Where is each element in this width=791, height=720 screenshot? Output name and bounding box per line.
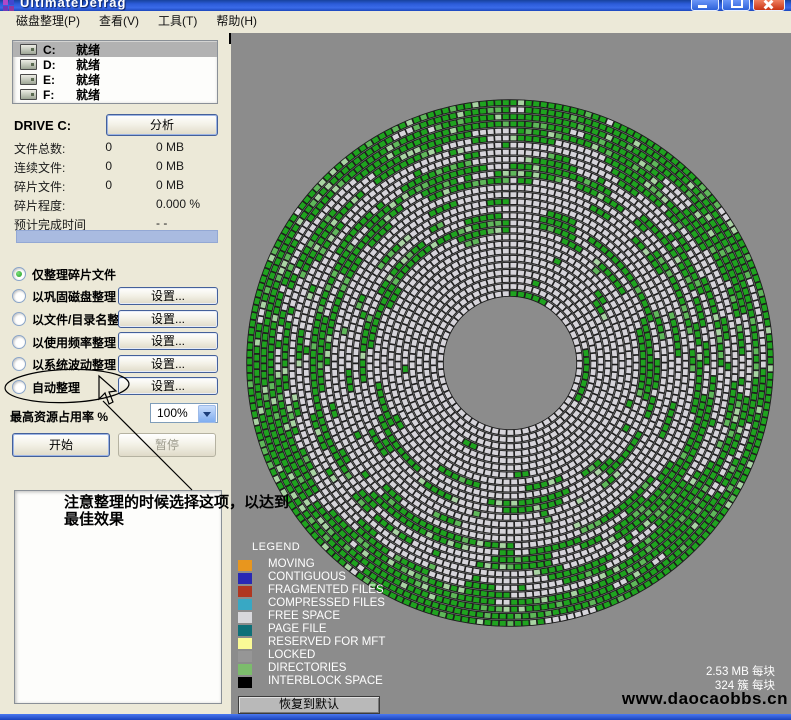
drive-letter: F: [43,88,76,102]
legend-swatch-contiguous [238,573,252,584]
legend-swatch-fragmented [238,586,252,597]
pause-button[interactable]: 暂停 [118,433,216,457]
window-bottom-border [0,714,791,720]
minimize-button[interactable] [691,0,719,11]
menu-bar: 磁盘整理(P) 查看(V) 工具(T) 帮助(H) [0,11,791,30]
window-title: UltimateDefrag [20,0,126,10]
radio-icon[interactable] [12,357,26,371]
close-button[interactable] [753,0,785,11]
legend-swatch-compressed [238,599,252,610]
radio-icon[interactable] [12,312,26,326]
drive-row-c[interactable]: C: 就绪 [13,42,217,57]
legend-label-directories: DIRECTORIES [268,662,346,674]
legend-label-interblock: INTERBLOCK SPACE [268,675,383,687]
radio-icon[interactable] [12,380,26,394]
menu-view[interactable]: 查看(V) [90,10,149,31]
legend-swatch-mft [238,638,252,649]
annotation-note: 注意整理的时候选择这项，以达到 最佳效果 [64,494,289,528]
legend-swatch-locked [238,651,252,662]
drive-letter: D: [43,58,76,72]
legend-swatch-interblock [238,677,252,688]
legend-label-contiguous: CONTIGUOUS [268,571,346,583]
settings-button-consolidate[interactable]: 设置... [118,287,218,305]
drive-letter: E: [43,73,76,87]
drive-icon [20,44,37,55]
drive-row-d[interactable]: D: 就绪 [13,57,217,72]
drive-list[interactable]: C: 就绪 D: 就绪 E: 就绪 F: 就绪 [12,40,218,104]
start-button[interactable]: 开始 [12,433,110,457]
radio-by-usage-frequency[interactable]: 以使用频率整理 [12,334,116,350]
watermark-url: www.daocaobbs.cn [540,689,788,709]
legend-label-free-space: FREE SPACE [268,610,340,622]
legend-swatch-free-space [238,612,252,623]
drive-icon [20,89,37,100]
maximize-button[interactable] [722,0,750,11]
legend-title: LEGEND [252,541,300,553]
legend-label-page-file: PAGE FILE [268,623,327,635]
radio-consolidate[interactable]: 以巩固磁盘整理 [12,288,116,304]
legend-swatch-page-file [238,625,252,636]
radio-icon[interactable] [12,289,26,303]
drive-letter: C: [43,43,76,57]
legend-label-mft: RESERVED FOR MFT [268,636,385,648]
analyze-button[interactable]: 分析 [106,114,218,136]
radio-icon[interactable] [12,335,26,349]
combobox-dropdown-button[interactable] [198,405,216,423]
combobox-value: 100% [157,406,188,420]
drive-icon [20,74,37,85]
chevron-down-icon [203,412,211,417]
resource-usage-label: 最高资源占用率 % [10,408,108,425]
drive-status: 就绪 [76,86,100,103]
stat-fragmentation-level: 碎片程度: 0.000 % [0,197,228,216]
menu-help[interactable]: 帮助(H) [207,10,267,31]
settings-button-usage[interactable]: 设置... [118,332,218,350]
legend-swatch-directories [238,664,252,675]
drive-row-e[interactable]: E: 就绪 [13,72,217,87]
window-controls [691,0,785,11]
control-panel: C: 就绪 D: 就绪 E: 就绪 F: 就绪 DRIVE C: 分析 文件总数… [0,30,228,714]
stat-total-files: 文件总数: 0 0 MB [0,140,228,159]
menu-disk-defrag[interactable]: 磁盘整理(P) [7,10,90,31]
stat-fragmented-files: 碎片文件: 0 0 MB [0,178,228,197]
settings-button-volatility[interactable]: 设置... [118,355,218,373]
drive-icon [20,59,37,70]
stat-contiguous-files: 连续文件: 0 0 MB [0,159,228,178]
drive-section-title: DRIVE C: [14,118,71,133]
legend-label-compressed: COMPRESSED FILES [268,597,385,609]
progress-bar [16,230,218,243]
resource-usage-combobox[interactable]: 100% [150,403,218,423]
radio-auto-defrag[interactable]: 自动整理 [12,379,80,395]
legend-label-locked: LOCKED [268,649,315,661]
minimize-icon [698,5,707,8]
legend-swatch-moving [238,560,252,571]
radio-by-filename[interactable]: 以文件/目录名整理 [12,311,131,327]
settings-button-auto[interactable]: 设置... [118,377,218,395]
menu-tools[interactable]: 工具(T) [149,10,207,31]
radio-defrag-fragmented-only[interactable]: 仅整理碎片文件 [12,266,116,282]
radio-icon[interactable] [12,267,26,281]
radio-by-system-volatility[interactable]: 以系统波动整理 [12,356,116,372]
legend-label-moving: MOVING [268,558,315,570]
restore-default-button[interactable]: 恢复到默认 [238,696,380,714]
settings-button-filename[interactable]: 设置... [118,310,218,328]
maximize-icon [731,0,743,8]
drive-row-f[interactable]: F: 就绪 [13,87,217,102]
legend-label-fragmented: FRAGMENTED FILES [268,584,384,596]
